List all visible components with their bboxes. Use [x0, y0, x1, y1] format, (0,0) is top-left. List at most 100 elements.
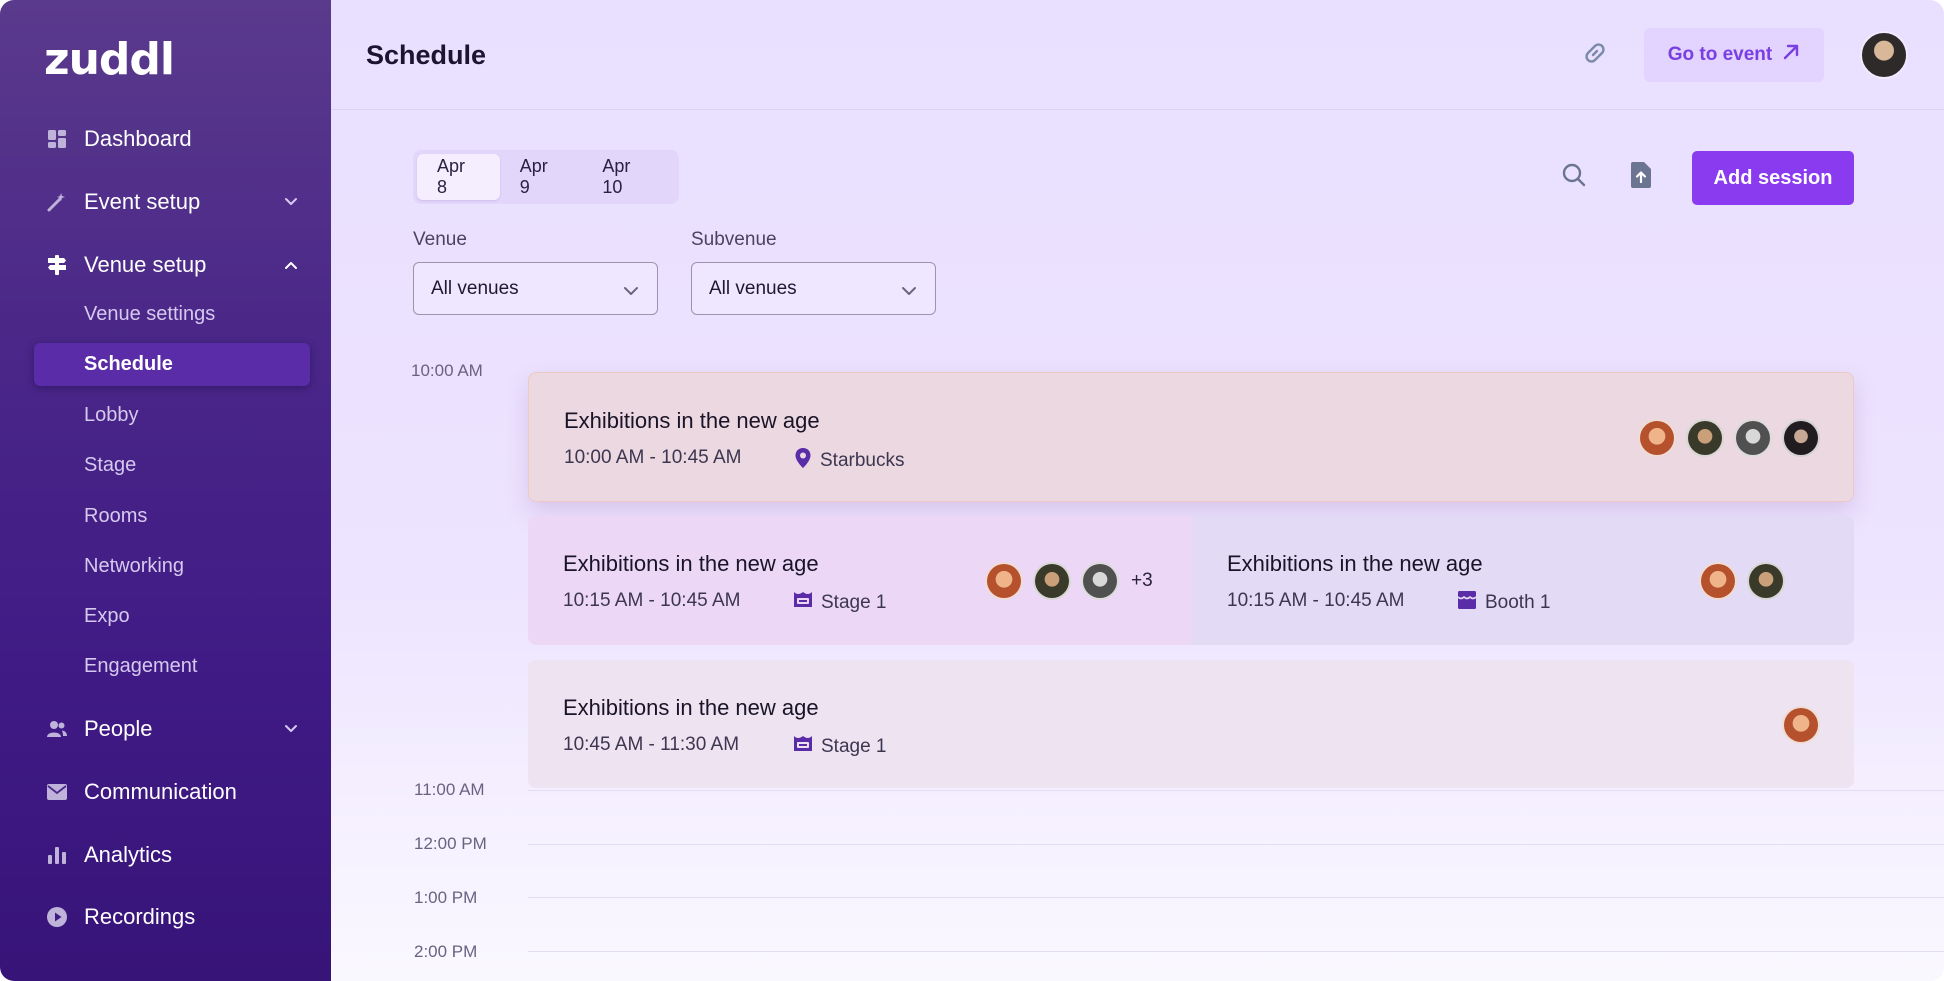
grid-line [528, 897, 1944, 898]
go-to-event-button[interactable]: Go to event [1644, 28, 1824, 82]
avatar [1699, 562, 1737, 600]
speaker-avatars: +3 [985, 562, 1153, 600]
sidebar-subitem-lobby[interactable]: Lobby [0, 395, 331, 435]
speaker-avatars [1782, 706, 1820, 744]
sidebar-item-event-setup[interactable]: Event setup [0, 180, 331, 224]
envelope-icon [46, 781, 68, 803]
booth-icon [1457, 590, 1477, 616]
session-location: Stage 1 [793, 590, 887, 616]
bar-chart-icon [46, 844, 68, 866]
magic-wand-icon [46, 191, 68, 213]
subvenue-select[interactable]: All venues [691, 262, 936, 315]
sidebar-subitem-label: Stage [84, 453, 137, 476]
link-icon [1580, 38, 1610, 73]
grid-line [528, 951, 1944, 952]
chevron-down-icon[interactable] [282, 720, 300, 738]
time-label-1pm: 1:00 PM [414, 888, 478, 907]
copy-link-button[interactable] [1578, 38, 1612, 72]
avatar [1081, 562, 1119, 600]
sidebar-subitem-label: Networking [84, 554, 185, 577]
speaker-avatars [1638, 419, 1820, 457]
chevron-down-icon [623, 281, 639, 303]
upload-button[interactable] [1626, 161, 1656, 193]
avatar [1782, 706, 1820, 744]
sidebar-subitem-label: Expo [84, 604, 130, 627]
session-time: 10:15 AM - 10:45 AM [1227, 590, 1405, 611]
zuddl-logo[interactable]: zuddl [44, 34, 175, 85]
session-title: Exhibitions in the new age [563, 551, 819, 576]
sidebar-item-communication[interactable]: Communication [0, 770, 331, 814]
add-session-button[interactable]: Add session [1692, 151, 1854, 205]
map-pin-icon [794, 447, 812, 475]
sidebar-subitem-networking[interactable]: Networking [0, 546, 331, 586]
time-label-2pm: 2:00 PM [414, 942, 478, 961]
avatar [1638, 419, 1676, 457]
date-tabs: Apr 8 Apr 9 Apr 10 [413, 150, 679, 204]
user-avatar[interactable] [1860, 31, 1908, 79]
sidebar-item-label: Communication [84, 779, 237, 804]
chevron-down-icon [901, 281, 917, 303]
session-card[interactable]: Exhibitions in the new age 10:00 AM - 10… [528, 372, 1854, 502]
file-upload-icon [1629, 161, 1653, 194]
session-card[interactable]: Exhibitions in the new age 10:15 AM - 10… [1192, 516, 1854, 645]
sidebar-item-venue-setup[interactable]: Venue setup [0, 243, 331, 287]
sidebar-item-dashboard[interactable]: Dashboard [0, 117, 331, 161]
avatar [1686, 419, 1724, 457]
stage-icon [793, 734, 813, 760]
tab-apr-10[interactable]: Apr 10 [582, 154, 675, 200]
sidebar-subitem-engagement[interactable]: Engagement [0, 646, 331, 686]
header: Schedule Go to event [331, 0, 1944, 110]
sidebar-subitem-schedule[interactable]: Schedule [34, 343, 310, 386]
avatar [1747, 562, 1785, 600]
session-location-label: Stage 1 [821, 736, 887, 757]
avatar [1734, 419, 1772, 457]
subvenue-select-value: All venues [709, 277, 797, 299]
play-circle-icon [46, 906, 68, 928]
stage-icon [793, 590, 813, 616]
grid-line [528, 790, 1944, 791]
signpost-icon [46, 254, 68, 276]
time-label-12pm: 12:00 PM [414, 834, 487, 853]
venue-select[interactable]: All venues [413, 262, 658, 315]
session-time: 10:45 AM - 11:30 AM [563, 734, 740, 755]
avatar [985, 562, 1023, 600]
dashboard-icon [46, 128, 68, 150]
sidebar-item-label: Event setup [84, 189, 201, 214]
sidebar-item-people[interactable]: People [0, 707, 331, 751]
avatar [1033, 562, 1071, 600]
session-card[interactable]: Exhibitions in the new age 10:15 AM - 10… [528, 516, 1192, 645]
sidebar-subitem-expo[interactable]: Expo [0, 596, 331, 636]
sidebar-subitem-label: Engagement [84, 654, 198, 677]
sidebar-subitem-stage[interactable]: Stage [0, 445, 331, 485]
session-title: Exhibitions in the new age [564, 408, 820, 433]
more-speakers-count: +3 [1131, 570, 1153, 591]
sidebar-item-recordings[interactable]: Recordings [0, 895, 331, 939]
time-label-10am: 10:00 AM [411, 361, 483, 380]
session-location: Stage 1 [793, 734, 887, 760]
chevron-down-icon[interactable] [282, 193, 300, 211]
session-location-label: Booth 1 [1485, 592, 1551, 613]
arrow-up-right-icon [1782, 43, 1800, 67]
session-location: Starbucks [794, 447, 904, 475]
sidebar-item-analytics[interactable]: Analytics [0, 833, 331, 877]
time-label-11am: 11:00 AM [414, 780, 485, 799]
sidebar-subitem-label: Venue settings [84, 302, 216, 325]
sidebar: zuddl Dashboard Event setup Venue setup [0, 0, 331, 981]
subvenue-label: Subvenue [691, 229, 777, 250]
tab-apr-8[interactable]: Apr 8 [417, 154, 500, 200]
sidebar-subitem-venue-settings[interactable]: Venue settings [0, 294, 331, 334]
search-button[interactable] [1559, 162, 1589, 192]
people-icon [46, 718, 68, 740]
session-time: 10:15 AM - 10:45 AM [563, 590, 741, 611]
avatar [1782, 419, 1820, 457]
session-title: Exhibitions in the new age [1227, 551, 1483, 576]
chevron-up-icon[interactable] [282, 256, 300, 274]
app-window: zuddl Dashboard Event setup Venue setup [0, 0, 1944, 981]
sidebar-subitem-rooms[interactable]: Rooms [0, 496, 331, 536]
session-card[interactable]: Exhibitions in the new age 10:45 AM - 11… [528, 660, 1854, 788]
tab-apr-9[interactable]: Apr 9 [500, 154, 583, 200]
sidebar-subitem-label: Rooms [84, 504, 148, 527]
go-to-event-label: Go to event [1667, 44, 1773, 65]
sidebar-subitem-label: Schedule [84, 353, 173, 375]
sidebar-item-label: Dashboard [84, 126, 192, 151]
